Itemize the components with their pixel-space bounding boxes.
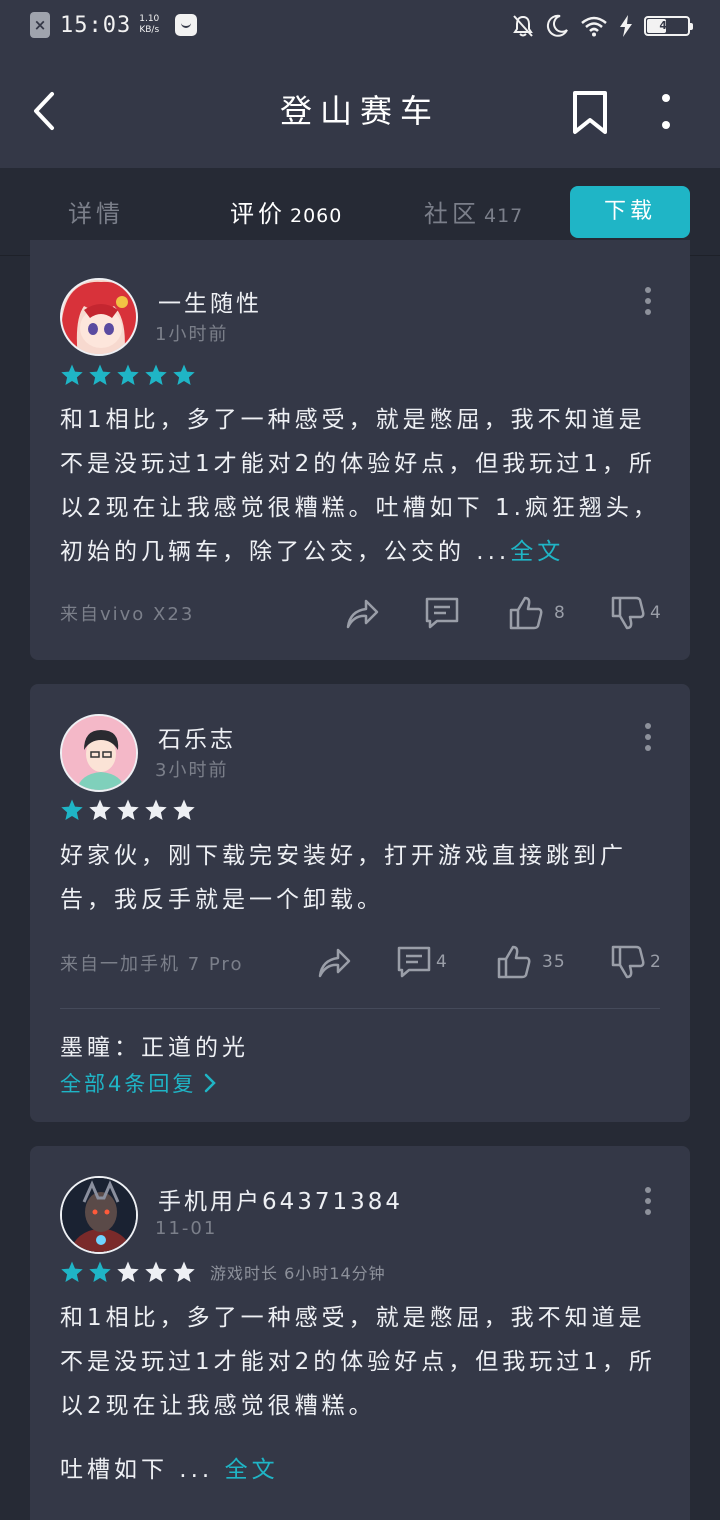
- device-source: 来自vivo X23: [60, 604, 195, 625]
- all-replies-link[interactable]: 全部4条回复: [60, 1068, 218, 1098]
- thumbs-down-icon: [611, 945, 645, 979]
- wifi-icon: [581, 16, 607, 37]
- tab-community[interactable]: 社区 417: [424, 194, 523, 229]
- bookmark-button[interactable]: [570, 90, 610, 136]
- star-rating: [60, 1260, 196, 1284]
- like-count: 35: [542, 952, 566, 972]
- review-card[interactable]: 手机用户64371384 11-01 游戏时长 6小时14分钟 和1相比，多了一…: [30, 1146, 690, 1520]
- comment-count: 4: [436, 952, 448, 972]
- divider: [60, 1008, 660, 1009]
- device-source: 来自一加手机 7 Pro: [60, 954, 244, 975]
- app-bar: 登山赛车: [0, 56, 720, 168]
- share-icon: [346, 599, 379, 629]
- username[interactable]: 一生随性: [158, 284, 262, 318]
- review-menu-button[interactable]: [642, 1186, 654, 1216]
- share-button[interactable]: [316, 944, 352, 980]
- mute-icon: [513, 15, 533, 37]
- review-time: 3小时前: [155, 760, 229, 781]
- like-count: 8: [554, 603, 566, 623]
- dislike-button[interactable]: 4: [610, 595, 662, 631]
- download-button[interactable]: 下载: [570, 186, 690, 238]
- star-filled-icon: [173, 364, 195, 385]
- review-time: 11-01: [155, 1218, 218, 1239]
- star-empty-icon: [145, 1261, 167, 1282]
- read-more-link[interactable]: 全文: [510, 539, 564, 565]
- star-filled-icon: [89, 1261, 111, 1282]
- star-empty-icon: [117, 799, 139, 820]
- avatar[interactable]: [60, 1176, 138, 1254]
- avatar[interactable]: [60, 278, 138, 356]
- review-menu-button[interactable]: [642, 722, 654, 752]
- share-icon: [318, 948, 351, 978]
- star-empty-icon: [145, 799, 167, 820]
- thumbs-up-icon: [497, 945, 531, 979]
- comment-icon: [397, 946, 431, 978]
- more-options-button[interactable]: [654, 92, 678, 132]
- review-card[interactable]: 一生随性 1小时前 和1相比，多了一种感受，就是憋屈，我不知道是不是没玩过1才能…: [30, 240, 690, 660]
- comment-button[interactable]: [424, 595, 460, 631]
- dislike-count: 4: [650, 603, 662, 623]
- comment-icon: [425, 597, 459, 629]
- star-empty-icon: [173, 1261, 195, 1282]
- header: × 15:03 1.10 KB/s 47 登山赛车: [0, 0, 720, 168]
- star-filled-icon: [61, 1261, 83, 1282]
- username[interactable]: 手机用户64371384: [158, 1182, 403, 1216]
- review-text[interactable]: 好家伙，刚下载完安装好，打开游戏直接跳到广告，我反手就是一个卸载。: [60, 834, 660, 922]
- star-filled-icon: [61, 364, 83, 385]
- thumbs-up-icon: [509, 596, 543, 630]
- avatar[interactable]: [60, 714, 138, 792]
- share-button[interactable]: [344, 595, 380, 631]
- charging-icon: [620, 15, 632, 37]
- review-text[interactable]: 和1相比，多了一种感受，就是憋屈，我不知道是不是没玩过1才能对2的体验好点，但我…: [60, 398, 660, 574]
- star-filled-icon: [89, 364, 111, 385]
- app-notification-icon: [175, 14, 198, 36]
- dislike-button[interactable]: 2: [610, 944, 662, 980]
- review-menu-button[interactable]: [642, 286, 654, 316]
- review-text[interactable]: 和1相比，多了一种感受，就是憋屈，我不知道是不是没玩过1才能对2的体验好点，但我…: [60, 1296, 660, 1428]
- tab-reviews[interactable]: 评价 2060: [230, 194, 342, 229]
- status-bar: × 15:03 1.10 KB/s 47: [0, 0, 720, 56]
- comment-button[interactable]: 4: [396, 944, 448, 980]
- star-filled-icon: [61, 799, 83, 820]
- star-rating: [60, 798, 196, 822]
- star-empty-icon: [117, 1261, 139, 1282]
- review-text-continued[interactable]: 吐槽如下 ... 全文: [60, 1448, 660, 1492]
- no-sim-icon: ×: [30, 12, 50, 38]
- dislike-count: 2: [650, 952, 662, 972]
- star-filled-icon: [145, 364, 167, 385]
- star-rating: [60, 363, 196, 387]
- like-button[interactable]: 35: [496, 944, 566, 980]
- star-empty-icon: [173, 799, 195, 820]
- review-card[interactable]: 石乐志 3小时前 好家伙，刚下载完安装好，打开游戏直接跳到广告，我反手就是一个卸…: [30, 684, 690, 1122]
- clock: 15:03: [60, 12, 132, 38]
- username[interactable]: 石乐志: [158, 720, 236, 754]
- tab-details[interactable]: 详情: [68, 194, 124, 229]
- star-filled-icon: [117, 364, 139, 385]
- chevron-right-icon: [205, 1073, 217, 1093]
- like-button[interactable]: 8: [508, 595, 566, 631]
- review-time: 1小时前: [155, 324, 229, 345]
- thumbs-down-icon: [611, 596, 645, 630]
- playtime: 游戏时长 6小时14分钟: [210, 1264, 386, 1283]
- reply-preview[interactable]: 墨瞳：正道的光: [60, 1028, 249, 1062]
- moon-icon: [546, 14, 568, 37]
- network-speed: 1.10 KB/s: [139, 14, 160, 35]
- page-title: 登山赛车: [279, 92, 440, 130]
- battery-icon: 47: [644, 16, 693, 36]
- read-more-link[interactable]: 全文: [225, 1457, 279, 1483]
- star-empty-icon: [89, 799, 111, 820]
